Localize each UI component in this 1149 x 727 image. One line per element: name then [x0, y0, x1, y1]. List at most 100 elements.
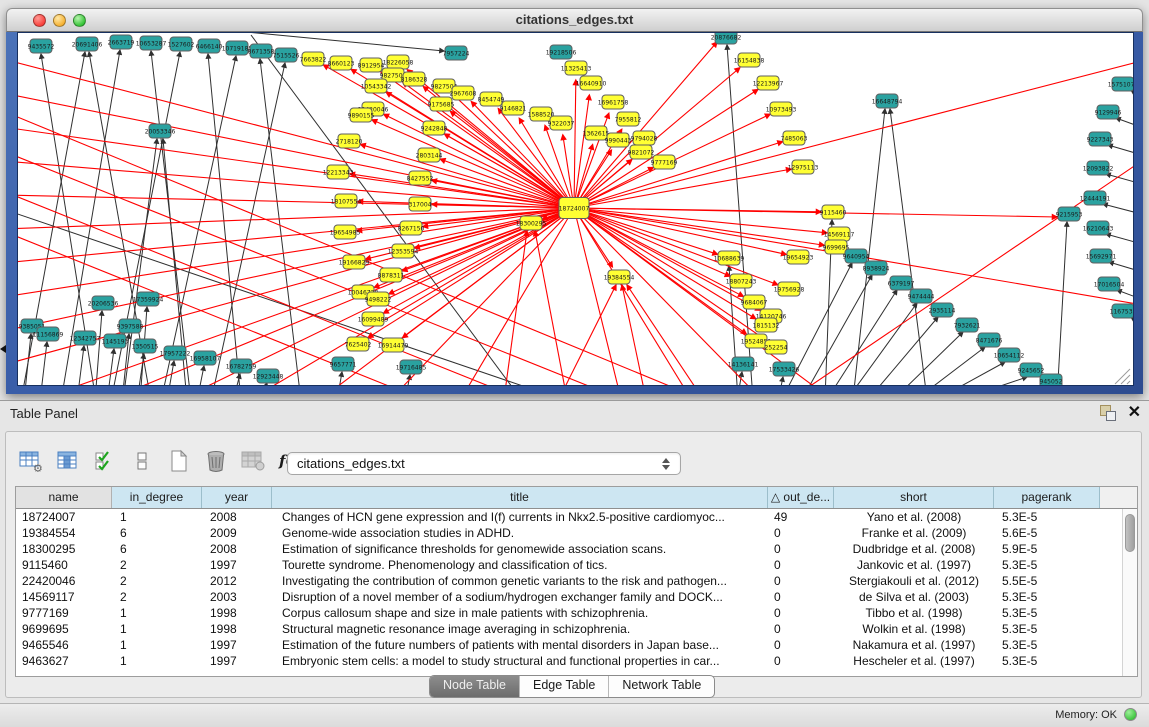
- tab-edge-table[interactable]: Edge Table: [519, 676, 608, 697]
- table-cell: 5.3E-5: [994, 638, 1100, 652]
- table-row[interactable]: 946554611997Estimation of the future num…: [16, 637, 1122, 653]
- table-cell: 5.3E-5: [994, 622, 1100, 636]
- table-row[interactable]: 2242004622012Investigating the contribut…: [16, 573, 1122, 589]
- network-canvas[interactable]: 7663822866012389129541822605898275098186…: [17, 32, 1134, 386]
- graph-edge: [956, 377, 1027, 385]
- table-cell: Embryonic stem cells: a model to study s…: [272, 654, 768, 668]
- table-cell: 1997: [202, 654, 272, 668]
- memory-status-indicator: [1124, 708, 1137, 721]
- table-cell: 0: [768, 638, 834, 652]
- graph-node-label: 7663822: [300, 56, 327, 63]
- tab-network-table[interactable]: Network Table: [608, 676, 714, 697]
- graph-edge: [574, 208, 743, 296]
- graph-node-label: 2967608: [450, 90, 477, 97]
- graph-node-label: 12093822: [1083, 165, 1114, 172]
- graph-node-label: 2718120: [336, 138, 363, 145]
- table-cell: 1998: [202, 606, 272, 620]
- table-cell: 6: [112, 542, 202, 556]
- table-cell: Dudbridge et al. (2008): [834, 542, 994, 556]
- table-selector-dropdown[interactable]: citations_edges.txt: [287, 452, 681, 475]
- close-panel-icon[interactable]: ✕: [1128, 405, 1141, 421]
- show-columns-icon[interactable]: [55, 448, 81, 474]
- delete-table-icon[interactable]: [203, 448, 229, 474]
- table-cell: Tibbo et al. (1998): [834, 606, 994, 620]
- zoom-window-button[interactable]: [73, 14, 86, 27]
- table-row[interactable]: 1938455462009Genome-wide association stu…: [16, 525, 1122, 541]
- column-header[interactable]: year: [202, 487, 272, 508]
- minimize-window-button[interactable]: [53, 14, 66, 27]
- table-cell: 19384554: [16, 526, 112, 540]
- table-body: 1872400712008Changes of HCN gene express…: [16, 509, 1122, 676]
- graph-node-label: 12213343: [323, 169, 354, 176]
- column-header[interactable]: in_degree: [112, 487, 202, 508]
- network-window-titlebar[interactable]: citations_edges.txt: [6, 8, 1143, 32]
- graph-node-label: 15692971: [1086, 253, 1117, 260]
- collapse-panel-arrow-icon[interactable]: [0, 345, 6, 353]
- scrollbar-thumb[interactable]: [1125, 514, 1135, 552]
- table-panel: Table Panel ✕ ⚙: [0, 400, 1149, 703]
- graph-node-label: 16958107: [190, 355, 221, 362]
- graph-edge: [18, 208, 574, 297]
- graph-edge: [778, 377, 783, 385]
- network-window-frame: 7663822866012389129541822605898275098186…: [6, 32, 1143, 394]
- table-cell: 0: [768, 526, 834, 540]
- graph-node-label: 17359924: [133, 296, 164, 303]
- table-row[interactable]: 911546021997Tourette syndrome. Phenomeno…: [16, 557, 1122, 573]
- graph-node-label: 9990443: [605, 137, 632, 144]
- graph-node-label: 12444191: [1080, 195, 1111, 202]
- column-header[interactable]: short: [834, 487, 994, 508]
- table-cell: 6: [112, 526, 202, 540]
- table-cell: Estimation of significance thresholds fo…: [272, 542, 768, 556]
- table-cell: Stergiakouli et al. (2012): [834, 574, 994, 588]
- table-row[interactable]: 1872400712008Changes of HCN gene express…: [16, 509, 1122, 525]
- graph-node-label: 12342757: [70, 335, 101, 342]
- column-header[interactable]: pagerank: [994, 487, 1100, 508]
- graph-edge: [403, 208, 574, 338]
- column-header[interactable]: △ out_de...: [768, 487, 834, 508]
- table-row[interactable]: 1456911722003Disruption of a novel membe…: [16, 589, 1122, 605]
- close-window-button[interactable]: [33, 14, 46, 27]
- graph-node-label: 10688639: [714, 255, 745, 262]
- table-cell: 1997: [202, 558, 272, 572]
- graph-node-label: 18107554: [331, 198, 362, 205]
- float-panel-icon[interactable]: [1100, 405, 1116, 421]
- graph-node-label: 9397588: [117, 323, 144, 330]
- table-row[interactable]: 946362711997Embryonic stem cells: a mode…: [16, 653, 1122, 669]
- table-cell: 2: [112, 558, 202, 572]
- graph-edge: [77, 346, 84, 385]
- tab-node-table[interactable]: Node Table: [430, 676, 519, 697]
- graph-edge: [574, 142, 783, 208]
- table-row[interactable]: 969969511998Structural magnetic resonanc…: [16, 621, 1122, 637]
- table-cell: Yano et al. (2008): [834, 510, 994, 524]
- graph-edge: [853, 109, 885, 385]
- column-header[interactable]: title: [272, 487, 768, 508]
- graph-node-label: 8427552: [407, 175, 434, 182]
- table-options-icon[interactable]: ⚙: [18, 448, 44, 474]
- citation-network-graph[interactable]: 7663822866012389129541822605898275098186…: [18, 33, 1133, 385]
- graph-node-label: 12353594: [388, 248, 419, 255]
- graph-node-label: 20053346: [145, 128, 176, 135]
- table-cell: 1: [112, 510, 202, 524]
- select-attributes-icon[interactable]: [92, 448, 118, 474]
- table-row[interactable]: 1830029562008Estimation of significance …: [16, 541, 1122, 557]
- graph-node-label: 7932621: [954, 322, 981, 329]
- graph-node-label: 9498222: [365, 296, 392, 303]
- table-cell: Estimation of the future numbers of pati…: [272, 638, 768, 652]
- graph-edge: [444, 134, 574, 208]
- graph-node-label: 1145193: [102, 338, 129, 345]
- column-header[interactable]: name: [16, 487, 112, 508]
- table-vertical-scrollbar[interactable]: [1122, 509, 1137, 676]
- table-cell: 5.3E-5: [994, 654, 1100, 668]
- graph-node-label: 12923448: [253, 373, 284, 380]
- create-table-icon[interactable]: [166, 448, 192, 474]
- table-row[interactable]: 977716911998Corpus callosum shape and si…: [16, 605, 1122, 621]
- graph-edge: [867, 317, 938, 385]
- graph-node-label: 8878311: [378, 272, 405, 279]
- table-cell: Changes of HCN gene expression and I(f) …: [272, 510, 768, 524]
- rows-icon[interactable]: [129, 448, 155, 474]
- graph-node-label: 2935114: [929, 307, 956, 314]
- graph-edge: [574, 80, 576, 208]
- graph-edge: [95, 311, 102, 385]
- table-cell: 2008: [202, 510, 272, 524]
- graph-node-label: 9777169: [651, 159, 678, 166]
